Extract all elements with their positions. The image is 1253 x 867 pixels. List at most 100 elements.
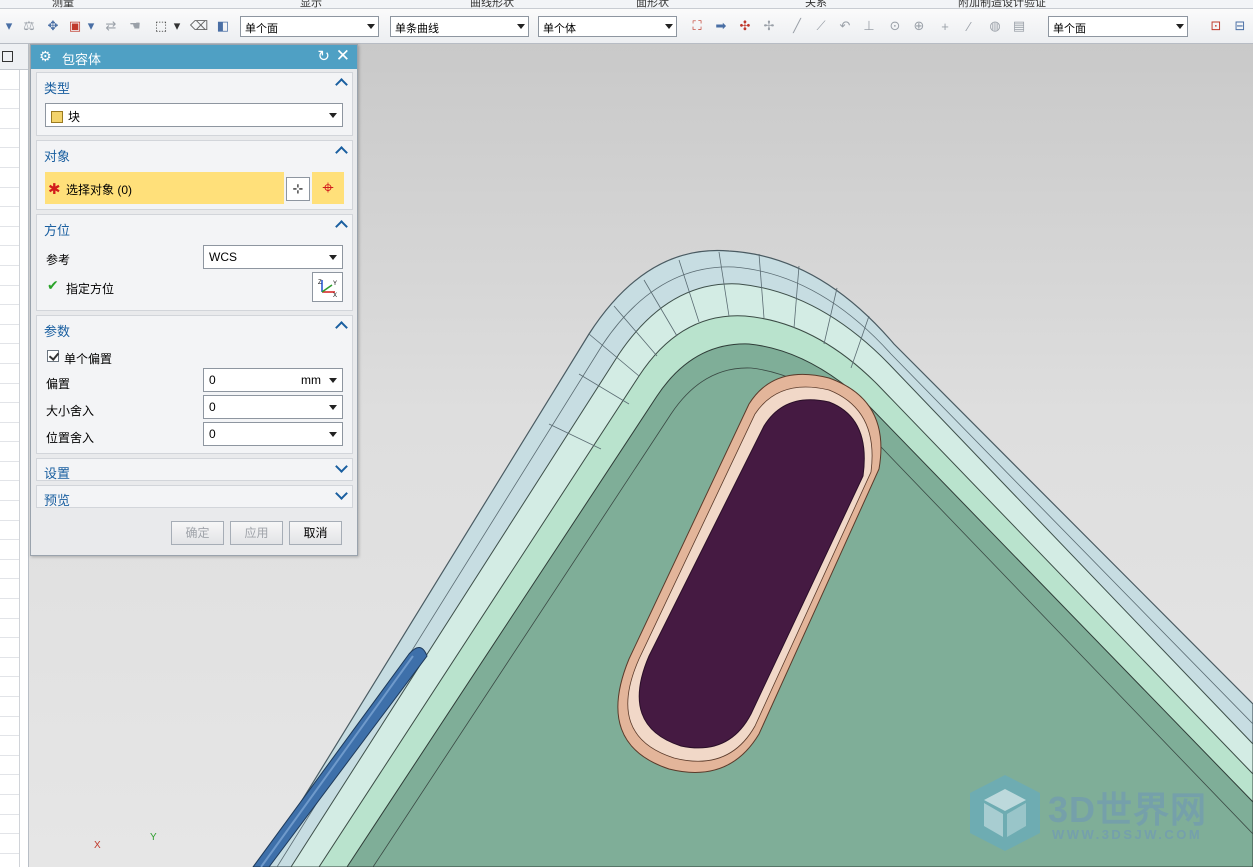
navigator-row[interactable]: [0, 501, 20, 521]
navigator-row[interactable]: [0, 795, 20, 815]
navigator-row[interactable]: [0, 521, 20, 541]
navigator-row[interactable]: [0, 168, 20, 188]
navigator-row[interactable]: [0, 638, 20, 658]
navigator-row[interactable]: [0, 834, 20, 854]
face-rule-select-right[interactable]: 单个面: [1048, 16, 1188, 37]
ribbon-group-display[interactable]: 显示: [300, 0, 322, 8]
ribbon-group-measure[interactable]: 测量: [52, 0, 74, 8]
chevron-down-icon[interactable]: [336, 462, 346, 472]
apply-button[interactable]: 应用: [230, 521, 283, 545]
point-on-face-icon[interactable]: ◍: [986, 17, 1004, 35]
navigator-row[interactable]: [0, 619, 20, 639]
zoom-icon[interactable]: ⊟: [1231, 17, 1249, 35]
quadrant-point-icon[interactable]: ⊕: [910, 17, 928, 35]
feature-filter-icon[interactable]: ⛶: [688, 17, 706, 35]
line-endpoint-icon[interactable]: ╱: [788, 17, 806, 35]
navigator-row[interactable]: [0, 736, 20, 756]
navigator-row[interactable]: [0, 560, 20, 580]
ribbon-group-additive[interactable]: 附加制造设计验证: [958, 0, 1046, 8]
navigator-row[interactable]: [0, 756, 20, 776]
navigator-row[interactable]: [0, 775, 20, 795]
navigator-row[interactable]: [0, 90, 20, 110]
object-section-header[interactable]: 对象: [37, 141, 352, 165]
curve-point-icon[interactable]: ↶: [836, 17, 854, 35]
navigator-row[interactable]: [0, 442, 20, 462]
navigator-row[interactable]: [0, 599, 20, 619]
measure-distance-icon[interactable]: ⚖: [20, 17, 38, 35]
position-round-input[interactable]: 0: [203, 422, 343, 446]
chevron-up-icon[interactable]: [336, 144, 346, 154]
navigator-row[interactable]: [0, 129, 20, 149]
size-round-input[interactable]: 0: [203, 395, 343, 419]
rectangle-select-icon[interactable]: ⬚: [152, 17, 170, 35]
curve-rule-select[interactable]: 单条曲线: [390, 16, 529, 37]
snap-points-icon[interactable]: ✣: [736, 17, 754, 35]
offset-input[interactable]: 0 mm: [203, 368, 343, 392]
navigator-row[interactable]: [0, 207, 20, 227]
navigator-row[interactable]: [0, 815, 20, 835]
type-section-header[interactable]: 类型: [37, 73, 352, 97]
close-icon[interactable]: ✕: [336, 46, 350, 66]
chevron-down-icon[interactable]: [336, 489, 346, 499]
navigator-row[interactable]: [0, 70, 20, 90]
navigator-row[interactable]: [0, 384, 20, 404]
ok-button[interactable]: 确定: [171, 521, 224, 545]
select-mode-dropdown-icon[interactable]: ▾: [172, 17, 182, 35]
drag-icon[interactable]: ☚: [126, 17, 144, 35]
navigator-row[interactable]: [0, 305, 20, 325]
navigator-row[interactable]: [0, 246, 20, 266]
reset-icon[interactable]: ↻: [317, 47, 330, 65]
reference-select[interactable]: WCS: [203, 245, 343, 269]
add-object-button[interactable]: ⊹: [286, 177, 310, 201]
chevron-up-icon[interactable]: [336, 76, 346, 86]
intersection-icon[interactable]: +: [936, 17, 954, 35]
navigator-row[interactable]: [0, 697, 20, 717]
body-rule-select[interactable]: 单个体: [538, 16, 677, 37]
ribbon-group-face-shape[interactable]: 面形状: [636, 0, 669, 8]
navigator-row[interactable]: [0, 325, 20, 345]
single-offset-checkbox[interactable]: [47, 350, 59, 362]
arrow-right-icon[interactable]: ➡: [712, 17, 730, 35]
navigator-row[interactable]: [0, 266, 20, 286]
filter-dropdown-icon[interactable]: ▾: [86, 17, 96, 35]
navigator-row[interactable]: [0, 286, 20, 306]
solid-cube-icon[interactable]: ◧: [214, 17, 232, 35]
csys-dialog-button[interactable]: Z Y X: [312, 272, 343, 302]
navigator-row[interactable]: [0, 227, 20, 247]
navigator-row[interactable]: [0, 540, 20, 560]
navigator-row[interactable]: [0, 403, 20, 423]
dropdown-arrow-icon[interactable]: ▾: [0, 17, 18, 35]
navigator-row[interactable]: [0, 364, 20, 384]
crosshair-select-button[interactable]: ⌖: [312, 172, 344, 204]
fit-view-icon[interactable]: ⊡: [1207, 17, 1225, 35]
parameters-section-header[interactable]: 参数: [37, 316, 352, 340]
eraser-icon[interactable]: ⌫: [190, 17, 208, 35]
line-midpoint-icon[interactable]: ⟋: [812, 17, 830, 35]
navigator-row[interactable]: [0, 344, 20, 364]
face-rule-select[interactable]: 单个面: [240, 16, 379, 37]
snap-point-icon[interactable]: ✥: [44, 17, 62, 35]
chevron-up-icon[interactable]: [336, 218, 346, 228]
cancel-button[interactable]: 取消: [289, 521, 342, 545]
navigator-row[interactable]: [0, 462, 20, 482]
snap-grid-icon[interactable]: ✢: [760, 17, 778, 35]
navigator-row[interactable]: [0, 677, 20, 697]
navigator-row[interactable]: [0, 188, 20, 208]
navigator-row[interactable]: [0, 717, 20, 737]
select-object-row[interactable]: ✱ 选择对象 (0): [45, 172, 284, 204]
chevron-up-icon[interactable]: [336, 319, 346, 329]
arc-center-icon[interactable]: ⊙: [886, 17, 904, 35]
select-filter-icon[interactable]: ▣: [66, 17, 84, 35]
navigator-row[interactable]: [0, 579, 20, 600]
navigator-row[interactable]: [0, 148, 20, 168]
navigator-row[interactable]: [0, 481, 20, 502]
maximize-icon[interactable]: [2, 51, 13, 62]
navigator-row[interactable]: [0, 658, 20, 678]
ribbon-group-curve-shape[interactable]: 曲线形状: [470, 0, 514, 8]
bounded-grid-icon[interactable]: ▤: [1010, 17, 1028, 35]
preview-section-header[interactable]: 预览: [37, 486, 352, 510]
control-point-icon[interactable]: ⊥: [860, 17, 878, 35]
orientation-section-header[interactable]: 方位: [37, 215, 352, 239]
ribbon-group-relation[interactable]: 关系: [805, 0, 827, 8]
type-select[interactable]: 块: [45, 103, 343, 127]
